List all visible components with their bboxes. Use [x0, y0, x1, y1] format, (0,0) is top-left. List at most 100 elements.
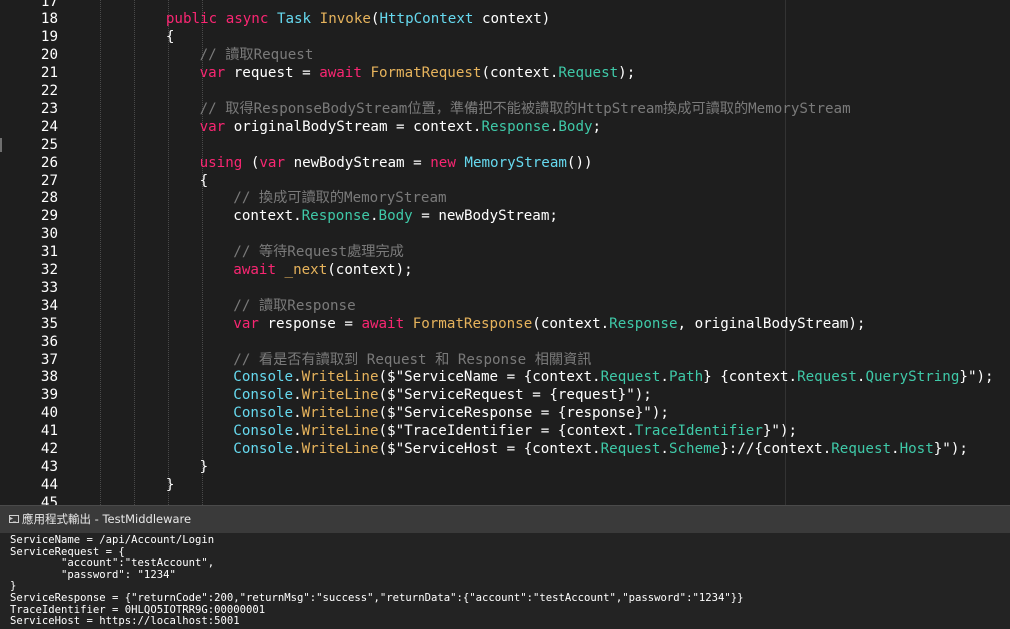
- code-line[interactable]: 26 using (var newBodyStream = new MemoryS…: [0, 154, 1010, 172]
- code-token: ($"ServiceResponse = {response}");: [378, 405, 669, 422]
- code-line[interactable]: 40 Console.WriteLine($"ServiceResponse = …: [0, 404, 1010, 422]
- line-number: 24: [40, 118, 58, 135]
- code-text: Console.WriteLine($"TraceIdentifier = {c…: [233, 422, 797, 440]
- code-line[interactable]: 19 {: [0, 28, 1010, 46]
- line-number: 23: [40, 100, 58, 117]
- code-line[interactable]: 31 // 等待Request處理完成: [0, 243, 1010, 261]
- code-line[interactable]: 44}: [0, 476, 1010, 494]
- code-token: Request: [558, 65, 619, 82]
- line-number: 29: [40, 208, 58, 225]
- code-text: // 取得ResponseBodyStream位置，準備把不能被讀取的HttpS…: [200, 100, 851, 118]
- terminal-icon: ▸_: [9, 515, 19, 523]
- line-number: 20: [40, 47, 58, 64]
- code-token: using: [199, 154, 251, 171]
- code-token: }: [165, 476, 175, 493]
- code-token: MemoryStream: [464, 154, 567, 171]
- code-text: var request = await FormatRequest(contex…: [200, 64, 636, 82]
- output-line: ServiceHost = https://localhost:5001: [10, 615, 240, 628]
- code-token: Console: [233, 405, 294, 422]
- output-header[interactable]: ▸_ 應用程式輸出 - TestMiddleware: [0, 505, 1010, 533]
- line-number: 43: [40, 458, 58, 475]
- code-line[interactable]: 43}: [0, 458, 1010, 476]
- code-token: var: [199, 118, 234, 135]
- code-line[interactable]: 41 Console.WriteLine($"TraceIdentifier = …: [0, 422, 1010, 440]
- code-line[interactable]: 23 // 取得ResponseBodyStream位置，準備把不能被讀取的Htt…: [0, 100, 1010, 118]
- code-token: }");: [933, 441, 968, 457]
- code-token: }");: [762, 423, 798, 440]
- code-token: Body: [378, 208, 413, 225]
- code-token: WriteLine: [301, 423, 379, 440]
- code-line[interactable]: 34 // 讀取Response: [0, 297, 1010, 315]
- line-number: 40: [40, 405, 58, 422]
- code-line[interactable]: 22: [0, 82, 1010, 100]
- code-line[interactable]: 17: [0, 0, 1010, 11]
- output-line: ServiceResponse = {"returnCode":200,"ret…: [10, 591, 744, 604]
- code-token: {: [165, 29, 175, 46]
- output-text[interactable]: ServiceName = /api/Account/Login ServiceR…: [10, 534, 1000, 628]
- code-text: {: [166, 28, 175, 46]
- code-line[interactable]: 30: [0, 225, 1010, 243]
- code-line[interactable]: 25: [0, 136, 1010, 154]
- line-number: 39: [40, 387, 58, 404]
- code-token: Host: [899, 441, 934, 457]
- code-token: = newBodyStream;: [412, 208, 558, 225]
- code-token: ($"TraceIdentifier = {context.: [378, 423, 635, 440]
- code-token: .: [369, 208, 379, 225]
- line-number: 27: [40, 172, 58, 189]
- code-token: Console: [233, 423, 294, 440]
- code-line[interactable]: 29 context.Response.Body = newBodyStream;: [0, 207, 1010, 225]
- code-token: (context.: [532, 315, 610, 332]
- code-line[interactable]: 42 Console.WriteLine($"ServiceHost = {con…: [0, 440, 1010, 458]
- code-token: .: [660, 441, 669, 457]
- code-token: WriteLine: [301, 405, 379, 422]
- code-line[interactable]: 24 var originalBodyStream = context.Respo…: [0, 118, 1010, 136]
- code-token: Body: [558, 118, 593, 135]
- code-token: FormatResponse: [412, 315, 533, 332]
- code-token: QueryString: [865, 369, 960, 386]
- code-token: .: [293, 405, 302, 422]
- code-token: await: [361, 315, 413, 332]
- code-token: Console: [233, 441, 294, 457]
- code-line[interactable]: 21 var request = await FormatRequest(cont…: [0, 64, 1010, 82]
- code-line[interactable]: 45: [0, 494, 1010, 505]
- code-token: ($"ServiceHost = {context.: [378, 441, 601, 457]
- code-token: // 取得ResponseBodyStream位置，準備把不能被讀取的HttpS…: [199, 100, 851, 117]
- code-token: // 等待Request處理完成: [233, 244, 404, 261]
- code-token: {: [199, 172, 209, 189]
- code-line[interactable]: 20 // 讀取Request: [0, 46, 1010, 64]
- code-token: request =: [233, 65, 320, 82]
- code-line[interactable]: 28 // 換成可讀取的MemoryStream: [0, 189, 1010, 207]
- code-text: Console.WriteLine($"ServiceName = {conte…: [233, 368, 993, 386]
- code-token: Request: [831, 441, 892, 457]
- code-line[interactable]: 36: [0, 333, 1010, 351]
- code-line[interactable]: 37 // 看是否有讀取到 Request 和 Response 相關資訊: [0, 351, 1010, 369]
- code-line[interactable]: 33: [0, 279, 1010, 297]
- code-line[interactable]: 32 await _next(context);: [0, 261, 1010, 279]
- code-token: ()): [566, 154, 593, 171]
- code-token: .: [293, 441, 302, 457]
- code-token: context): [481, 11, 551, 28]
- code-token: FormatRequest: [370, 65, 482, 82]
- code-text: {: [200, 172, 209, 190]
- line-number: 45: [40, 494, 58, 505]
- code-token: var: [199, 65, 234, 82]
- output-line: ServiceName = /api/Account/Login: [10, 534, 215, 546]
- code-text: }: [166, 476, 175, 494]
- code-line[interactable]: 35 var response = await FormatResponse(co…: [0, 315, 1010, 333]
- code-token: new: [430, 154, 465, 171]
- code-token: }");: [959, 369, 994, 386]
- code-line[interactable]: 18 public async Task Invoke(HttpContext c…: [0, 10, 1010, 28]
- code-token: .: [293, 369, 302, 386]
- code-text: context.Response.Body = newBodyStream;: [233, 207, 558, 225]
- code-token: Request: [797, 369, 857, 386]
- code-token: WriteLine: [301, 441, 379, 457]
- code-text: // 讀取Request: [200, 46, 314, 64]
- line-number: 21: [40, 65, 58, 82]
- code-editor[interactable]: 17 18 public async Task Invoke(HttpContext…: [0, 0, 1010, 505]
- code-text: var response = await FormatResponse(cont…: [233, 315, 865, 333]
- code-line[interactable]: 27 {: [0, 172, 1010, 190]
- code-line[interactable]: 38 Console.WriteLine($"ServiceName = {con…: [0, 368, 1010, 386]
- code-text: Console.WriteLine($"ServiceResponse = {r…: [233, 404, 669, 422]
- code-line[interactable]: 39 Console.WriteLine($"ServiceRequest = {…: [0, 386, 1010, 404]
- code-token: , originalBodyStream);: [677, 315, 866, 332]
